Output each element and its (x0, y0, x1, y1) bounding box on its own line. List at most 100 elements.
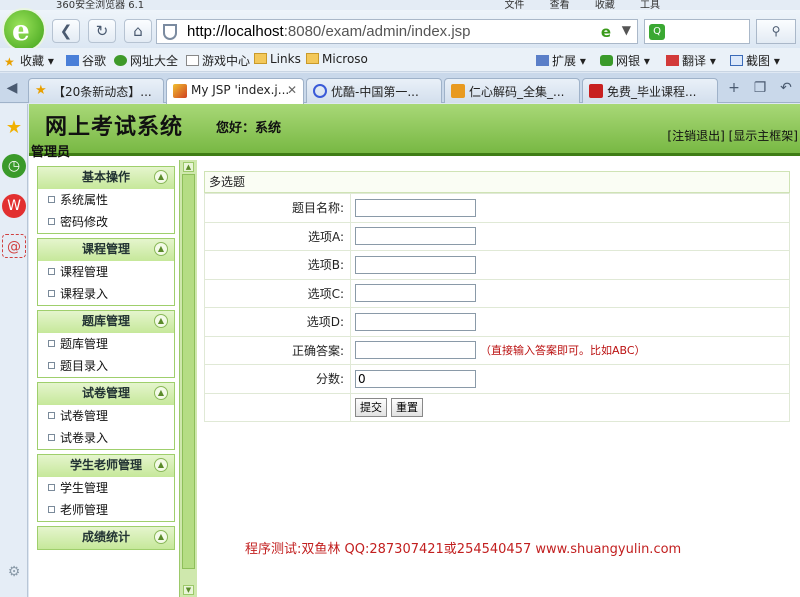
bookmark-sites[interactable]: 网址大全 (114, 52, 178, 69)
scroll-thumb[interactable] (182, 174, 195, 569)
search-box[interactable]: Q (644, 19, 750, 44)
collapse-icon[interactable]: ▲ (154, 458, 168, 472)
answer-hint: （直接输入答案即可。比如ABC） (480, 344, 646, 358)
greeting: 您好：系统 (216, 121, 282, 136)
clock-icon[interactable]: ◷ (2, 154, 26, 178)
form-row: 选项B: (204, 250, 790, 280)
extensions-button[interactable]: 扩展 ▾ (536, 52, 586, 69)
translate-button[interactable]: 翻译 ▾ (666, 52, 716, 69)
bank-button[interactable]: 网银 ▾ (600, 52, 650, 69)
menu-item-teacher-manage[interactable]: 老师管理 (38, 499, 174, 521)
menu-group-header[interactable]: 学生老师管理 ▲ (38, 455, 174, 477)
user-role: 管理员 (31, 145, 71, 160)
menu-item-password[interactable]: 密码修改 (38, 211, 174, 233)
collapse-icon[interactable]: ▲ (154, 386, 168, 400)
refresh-icon[interactable]: ↻ (88, 19, 116, 43)
logout-link[interactable]: [注销退出] (667, 129, 724, 143)
browser-navbar: e ❮ ↻ ⌂ http://localhost:8080/exam/admin… (0, 8, 800, 52)
bookmark-microsoft[interactable]: Microso (306, 52, 368, 66)
browser-logo-icon: e (2, 8, 46, 52)
collapse-icon[interactable]: ▲ (154, 530, 168, 544)
search-button[interactable]: ⚲ (756, 19, 796, 44)
tab-jsp-index[interactable]: My JSP 'index.j... ✕ (166, 78, 304, 104)
reset-button[interactable]: 重置 (391, 397, 423, 417)
back-arrow-icon[interactable]: ❮ (52, 19, 80, 43)
browser-titlebar: 360安全浏览器 6.1 文件 查看 收藏 工具 (0, 0, 800, 11)
ie-mode-icon[interactable]: e (601, 23, 611, 41)
form-row: 选项C: (204, 278, 790, 308)
score-input[interactable] (355, 369, 476, 388)
field-label: 正确答案: (204, 335, 351, 365)
home-icon[interactable]: ⌂ (124, 19, 152, 43)
close-tab-icon[interactable]: ✕ (287, 83, 297, 97)
menu-item-paper-manage[interactable]: 试卷管理 (38, 405, 174, 427)
field-label: 选项C: (204, 278, 351, 308)
menu-item-course-add[interactable]: 课程录入 (38, 283, 174, 305)
option-b-input[interactable] (355, 255, 476, 274)
side-dock: ★ ◷ W @ ⚙ (0, 104, 28, 597)
address-bar[interactable]: http://localhost:8080/exam/admin/index.j… (156, 19, 638, 44)
search-engine-icon[interactable]: Q (649, 24, 665, 40)
correct-answer-input[interactable] (355, 341, 476, 360)
scroll-down-icon[interactable]: ▼ (183, 585, 194, 595)
tab-news[interactable]: ★ 【20条新动态】... (28, 78, 164, 103)
option-c-input[interactable] (355, 284, 476, 303)
question-form: 题目名称: 选项A: 选项B: 选项C: 选项D: 正确答案: （直接输入答案即… (204, 193, 790, 422)
tab-soku[interactable]: 仁心解码_全集_... (444, 78, 580, 103)
collapse-icon[interactable]: ▲ (154, 314, 168, 328)
menu-item-course-manage[interactable]: 课程管理 (38, 261, 174, 283)
menu-group-basic: 基本操作 ▲ 系统属性 密码修改 (37, 166, 175, 234)
form-row: 分数: (204, 364, 790, 394)
form-row: 提交 重置 (204, 392, 790, 422)
collapse-icon[interactable]: ▲ (154, 170, 168, 184)
screenshot-button[interactable]: 截图 ▾ (730, 52, 780, 69)
soku-icon (451, 84, 465, 98)
option-d-input[interactable] (355, 312, 476, 331)
menu-item-paper-add[interactable]: 试卷录入 (38, 427, 174, 449)
star-icon: ★ (35, 83, 47, 98)
sidebar-toggle-icon[interactable]: ◀ (2, 80, 22, 100)
menu-group-papers: 试卷管理 ▲ 试卷管理 试卷录入 (37, 382, 175, 450)
question-title-input[interactable] (355, 198, 476, 217)
bookmark-links[interactable]: Links (254, 52, 301, 66)
bookmarks-bar: ★ 收藏 ▾ 谷歌 网址大全 游戏中心 Links Microso 扩展 ▾ 网银… (0, 48, 800, 72)
collapse-icon[interactable]: ▲ (154, 242, 168, 256)
form-row: 正确答案: （直接输入答案即可。比如ABC） (204, 335, 790, 365)
menu-item-system-props[interactable]: 系统属性 (38, 189, 174, 211)
menu-item-student-manage[interactable]: 学生管理 (38, 477, 174, 499)
menu-group-header[interactable]: 成绩统计 ▲ (38, 527, 174, 549)
tab-list-icon[interactable]: ❐ (750, 80, 770, 100)
bookmark-google[interactable]: 谷歌 (66, 52, 106, 69)
menu-group-header[interactable]: 基本操作 ▲ (38, 167, 174, 189)
menu-group-header[interactable]: 试卷管理 ▲ (38, 383, 174, 405)
menu-group-header[interactable]: 题库管理 ▲ (38, 311, 174, 333)
scroll-up-icon[interactable]: ▲ (183, 162, 194, 172)
show-frame-link[interactable]: [显示主框架] (729, 129, 798, 143)
option-a-input[interactable] (355, 227, 476, 246)
bookmark-games[interactable]: 游戏中心 (186, 52, 250, 69)
menu-scrollbar[interactable]: ▲ ▼ (179, 160, 197, 597)
tab-courses[interactable]: 免费_毕业课程... (582, 78, 718, 103)
form-panel: 多选题 题目名称: 选项A: 选项B: 选项C: 选项D: 正确答案: （直接输… (204, 171, 790, 422)
bookmark-favorites[interactable]: ★ 收藏 ▾ (4, 52, 54, 69)
favorites-star-icon[interactable]: ★ (2, 116, 26, 140)
web-page: 网上考试系统 您好：系统 [注销退出] [显示主框架] 管理员 基本操作 ▲ 系统… (29, 104, 800, 597)
tab-bar: ◀ ★ 【20条新动态】... My JSP 'index.j... ✕ 优酷-… (0, 73, 800, 104)
at-icon[interactable]: @ (2, 234, 26, 258)
submit-button[interactable]: 提交 (355, 397, 387, 417)
tab-youku[interactable]: 优酷-中国第一... (306, 78, 442, 103)
page-header: 网上考试系统 您好：系统 [注销退出] [显示主框架] 管理员 (29, 104, 800, 160)
menu-group-scores: 成绩统计 ▲ (37, 526, 175, 550)
undo-close-icon[interactable]: ↶ (776, 80, 796, 100)
new-tab-icon[interactable]: + (724, 80, 744, 100)
weibo-icon[interactable]: W (2, 194, 26, 218)
menu-group-header[interactable]: 课程管理 ▲ (38, 239, 174, 261)
menu-item-question-add[interactable]: 题目录入 (38, 355, 174, 377)
chevron-down-icon[interactable]: ▼ (622, 23, 631, 37)
address-url[interactable]: http://localhost:8080/exam/admin/index.j… (187, 23, 471, 40)
settings-gear-icon[interactable]: ⚙ (2, 560, 26, 584)
course-icon (589, 84, 603, 98)
field-label: 题目名称: (204, 193, 351, 223)
field-label: 选项A: (204, 221, 351, 251)
menu-item-question-manage[interactable]: 题库管理 (38, 333, 174, 355)
